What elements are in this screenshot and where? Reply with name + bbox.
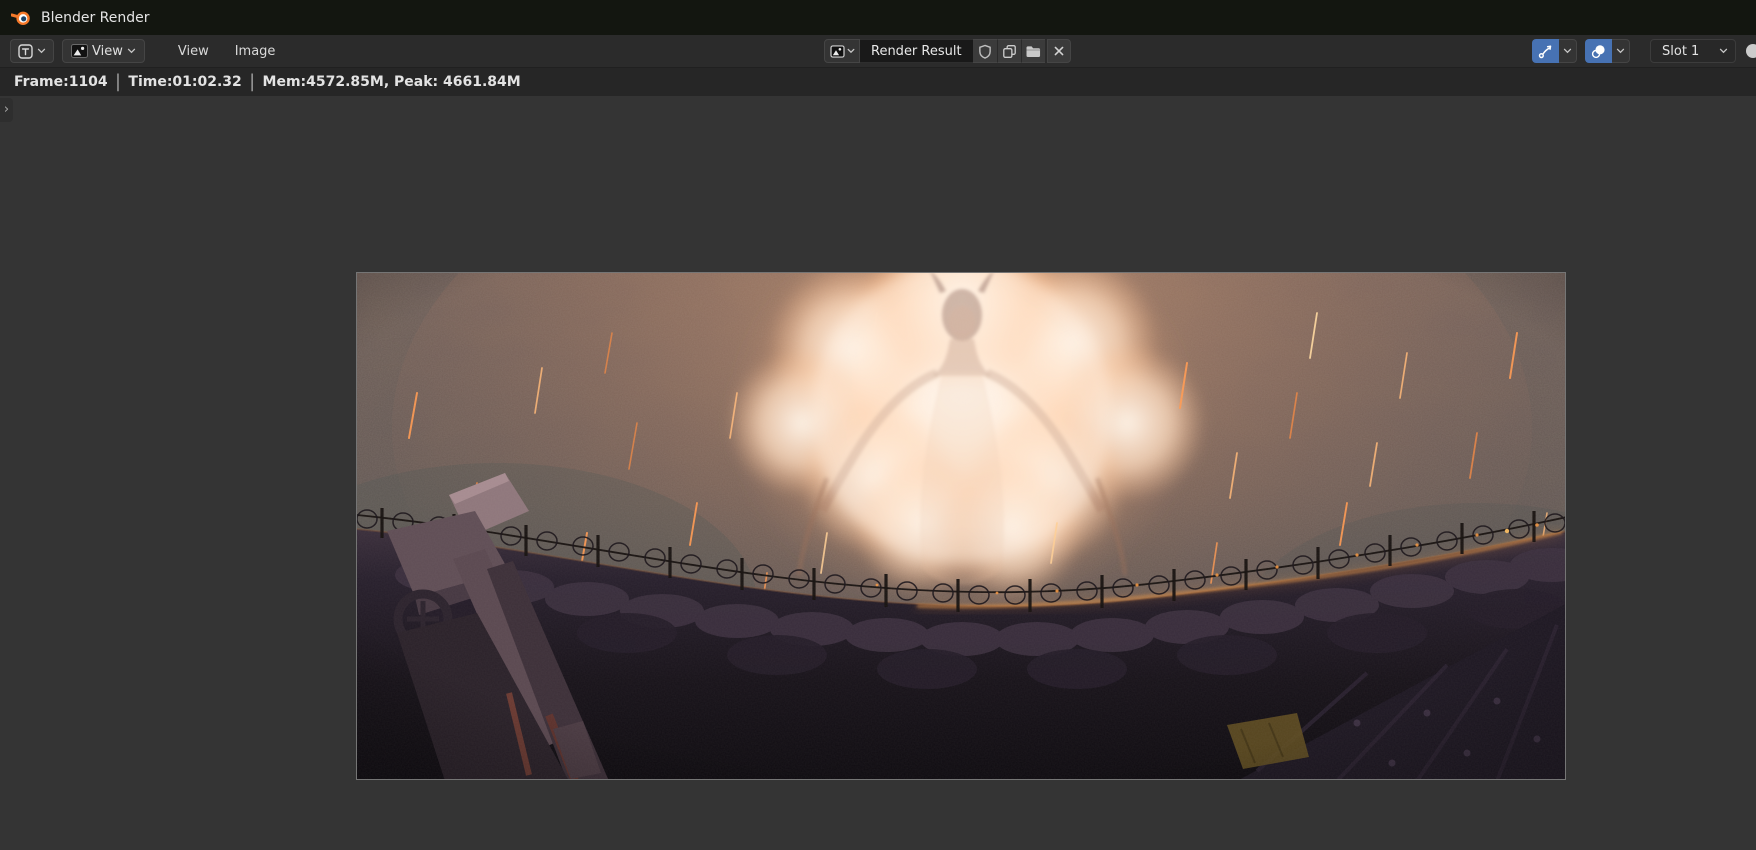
- header-right-controls: Slot 1: [1532, 39, 1756, 63]
- fake-user-button[interactable]: [972, 39, 997, 63]
- image-browse-icon: [829, 44, 845, 58]
- image-editor-header: View View Image Render Result Slot 1: [0, 35, 1756, 68]
- editor-mode-dropdown[interactable]: View: [62, 39, 145, 63]
- image-editor-icon: [18, 43, 33, 59]
- stat-separator: |: [115, 72, 121, 92]
- chevron-down-icon: [37, 48, 46, 54]
- chevron-down-icon: [1563, 48, 1572, 54]
- sidebar-toggle-glyph: ›: [3, 101, 10, 117]
- render-frame-stat: Frame:1104: [14, 74, 108, 90]
- window-title: Blender Render: [41, 9, 150, 26]
- image-name-field[interactable]: Render Result: [860, 39, 973, 63]
- new-image-button[interactable]: [996, 39, 1021, 63]
- sidebar-toggle-arrow[interactable]: ›: [0, 98, 13, 122]
- blender-render-window: { "window": { "title": "Blender Render",…: [0, 0, 1756, 850]
- gizmos-dropdown[interactable]: [1559, 39, 1577, 63]
- shield-icon: [978, 44, 991, 59]
- overlays-toggle[interactable]: [1585, 39, 1612, 63]
- mode-dropdown-label: View: [92, 43, 123, 59]
- render-info-bar: Frame:1104 | Time:01:02.32 | Mem:4572.85…: [0, 68, 1756, 96]
- folder-icon: [1026, 45, 1041, 57]
- render-result-image: [356, 272, 1566, 780]
- blender-logo-icon: [11, 11, 30, 25]
- image-thumbnail-icon: [71, 44, 88, 58]
- stat-separator: |: [249, 72, 255, 92]
- image-datablock-selector: Render Result: [824, 39, 1071, 63]
- window-titlebar: Blender Render: [0, 0, 1756, 35]
- chevron-down-icon: [847, 48, 854, 54]
- gizmo-arrow-icon: [1538, 45, 1552, 58]
- chevron-down-icon: [1616, 48, 1625, 54]
- image-editor-viewport[interactable]: ›: [0, 96, 1756, 850]
- render-memory-stat: Mem:4572.85M, Peak: 4661.84M: [262, 74, 521, 90]
- chevron-down-icon: [127, 48, 136, 54]
- display-channels-button[interactable]: [1744, 39, 1756, 63]
- chevron-down-icon: [1719, 48, 1728, 54]
- browse-image-dropdown[interactable]: [824, 39, 860, 63]
- render-slot-label: Slot 1: [1662, 43, 1700, 59]
- close-x-icon: [1054, 46, 1063, 56]
- menu-view[interactable]: View: [169, 40, 218, 63]
- render-time-stat: Time:01:02.32: [128, 74, 242, 90]
- render-artwork: [357, 273, 1565, 779]
- render-slot-dropdown[interactable]: Slot 1: [1650, 39, 1736, 63]
- editor-type-dropdown[interactable]: [10, 39, 54, 63]
- unlink-image-button[interactable]: [1046, 39, 1071, 63]
- duplicate-icon: [1002, 44, 1016, 58]
- overlays-icon: [1591, 44, 1605, 58]
- overlays-dropdown[interactable]: [1612, 39, 1630, 63]
- open-image-button[interactable]: [1020, 39, 1045, 63]
- color-circle-icon: [1746, 44, 1756, 58]
- gizmos-toggle[interactable]: [1532, 39, 1559, 63]
- menu-image[interactable]: Image: [226, 40, 285, 63]
